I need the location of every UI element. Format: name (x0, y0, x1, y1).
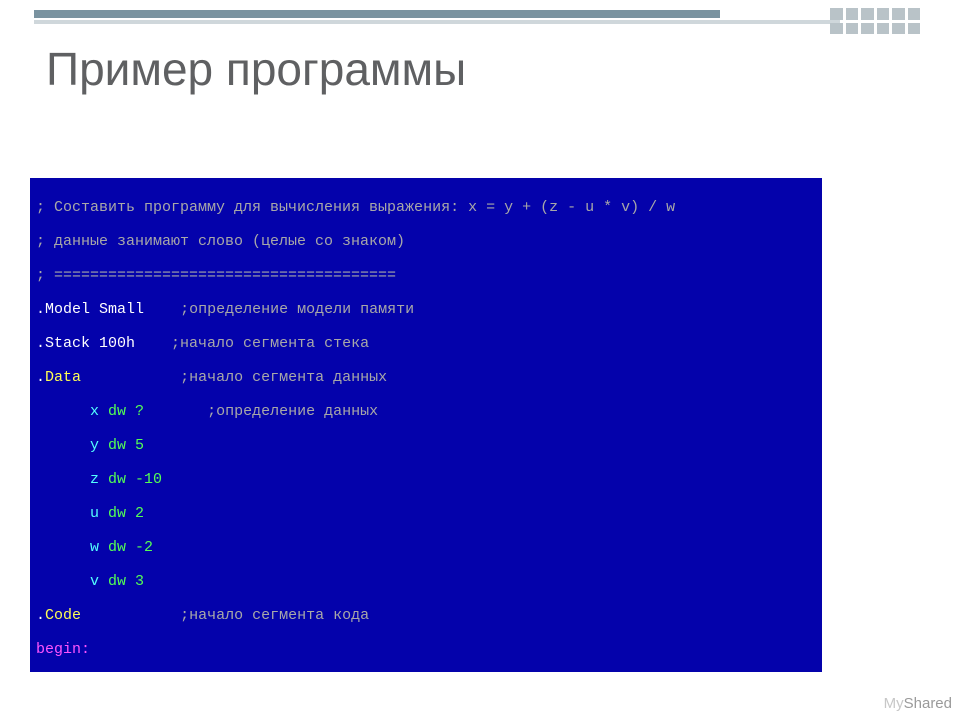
branding-my: My (884, 695, 904, 712)
slide-title: Пример программы (46, 42, 466, 96)
code-panel: ; Составить программу для вычисления выр… (30, 178, 822, 672)
code-comment: ; Составить программу для вычисления выр… (36, 199, 816, 216)
code-line: .Code ;начало сегмента кода (36, 607, 816, 624)
code-line: x dw ? ;определение данных (36, 403, 816, 420)
code-comment: ; ====================================== (36, 267, 816, 284)
deco-bar-2 (34, 20, 840, 24)
code-line: v dw 3 (36, 573, 816, 590)
code-line: .Model Small ;определение модели памяти (36, 301, 816, 318)
code-label: begin: (36, 641, 816, 658)
code-line: .Data ;начало сегмента данных (36, 369, 816, 386)
code-line: w dw -2 (36, 539, 816, 556)
slide: Пример программы ; Составить программу д… (0, 0, 960, 720)
branding-shared: Shared (904, 695, 952, 712)
code-comment: ; данные занимают слово (целые со знаком… (36, 233, 816, 250)
code-line: .Stack 100h ;начало сегмента стека (36, 335, 816, 352)
code-line: u dw 2 (36, 505, 816, 522)
code-line: z dw -10 (36, 471, 816, 488)
code-line: y dw 5 (36, 437, 816, 454)
branding: MyShared (884, 695, 952, 712)
header-decoration (0, 10, 960, 32)
deco-grid (830, 8, 920, 34)
deco-bar-1 (34, 10, 720, 18)
